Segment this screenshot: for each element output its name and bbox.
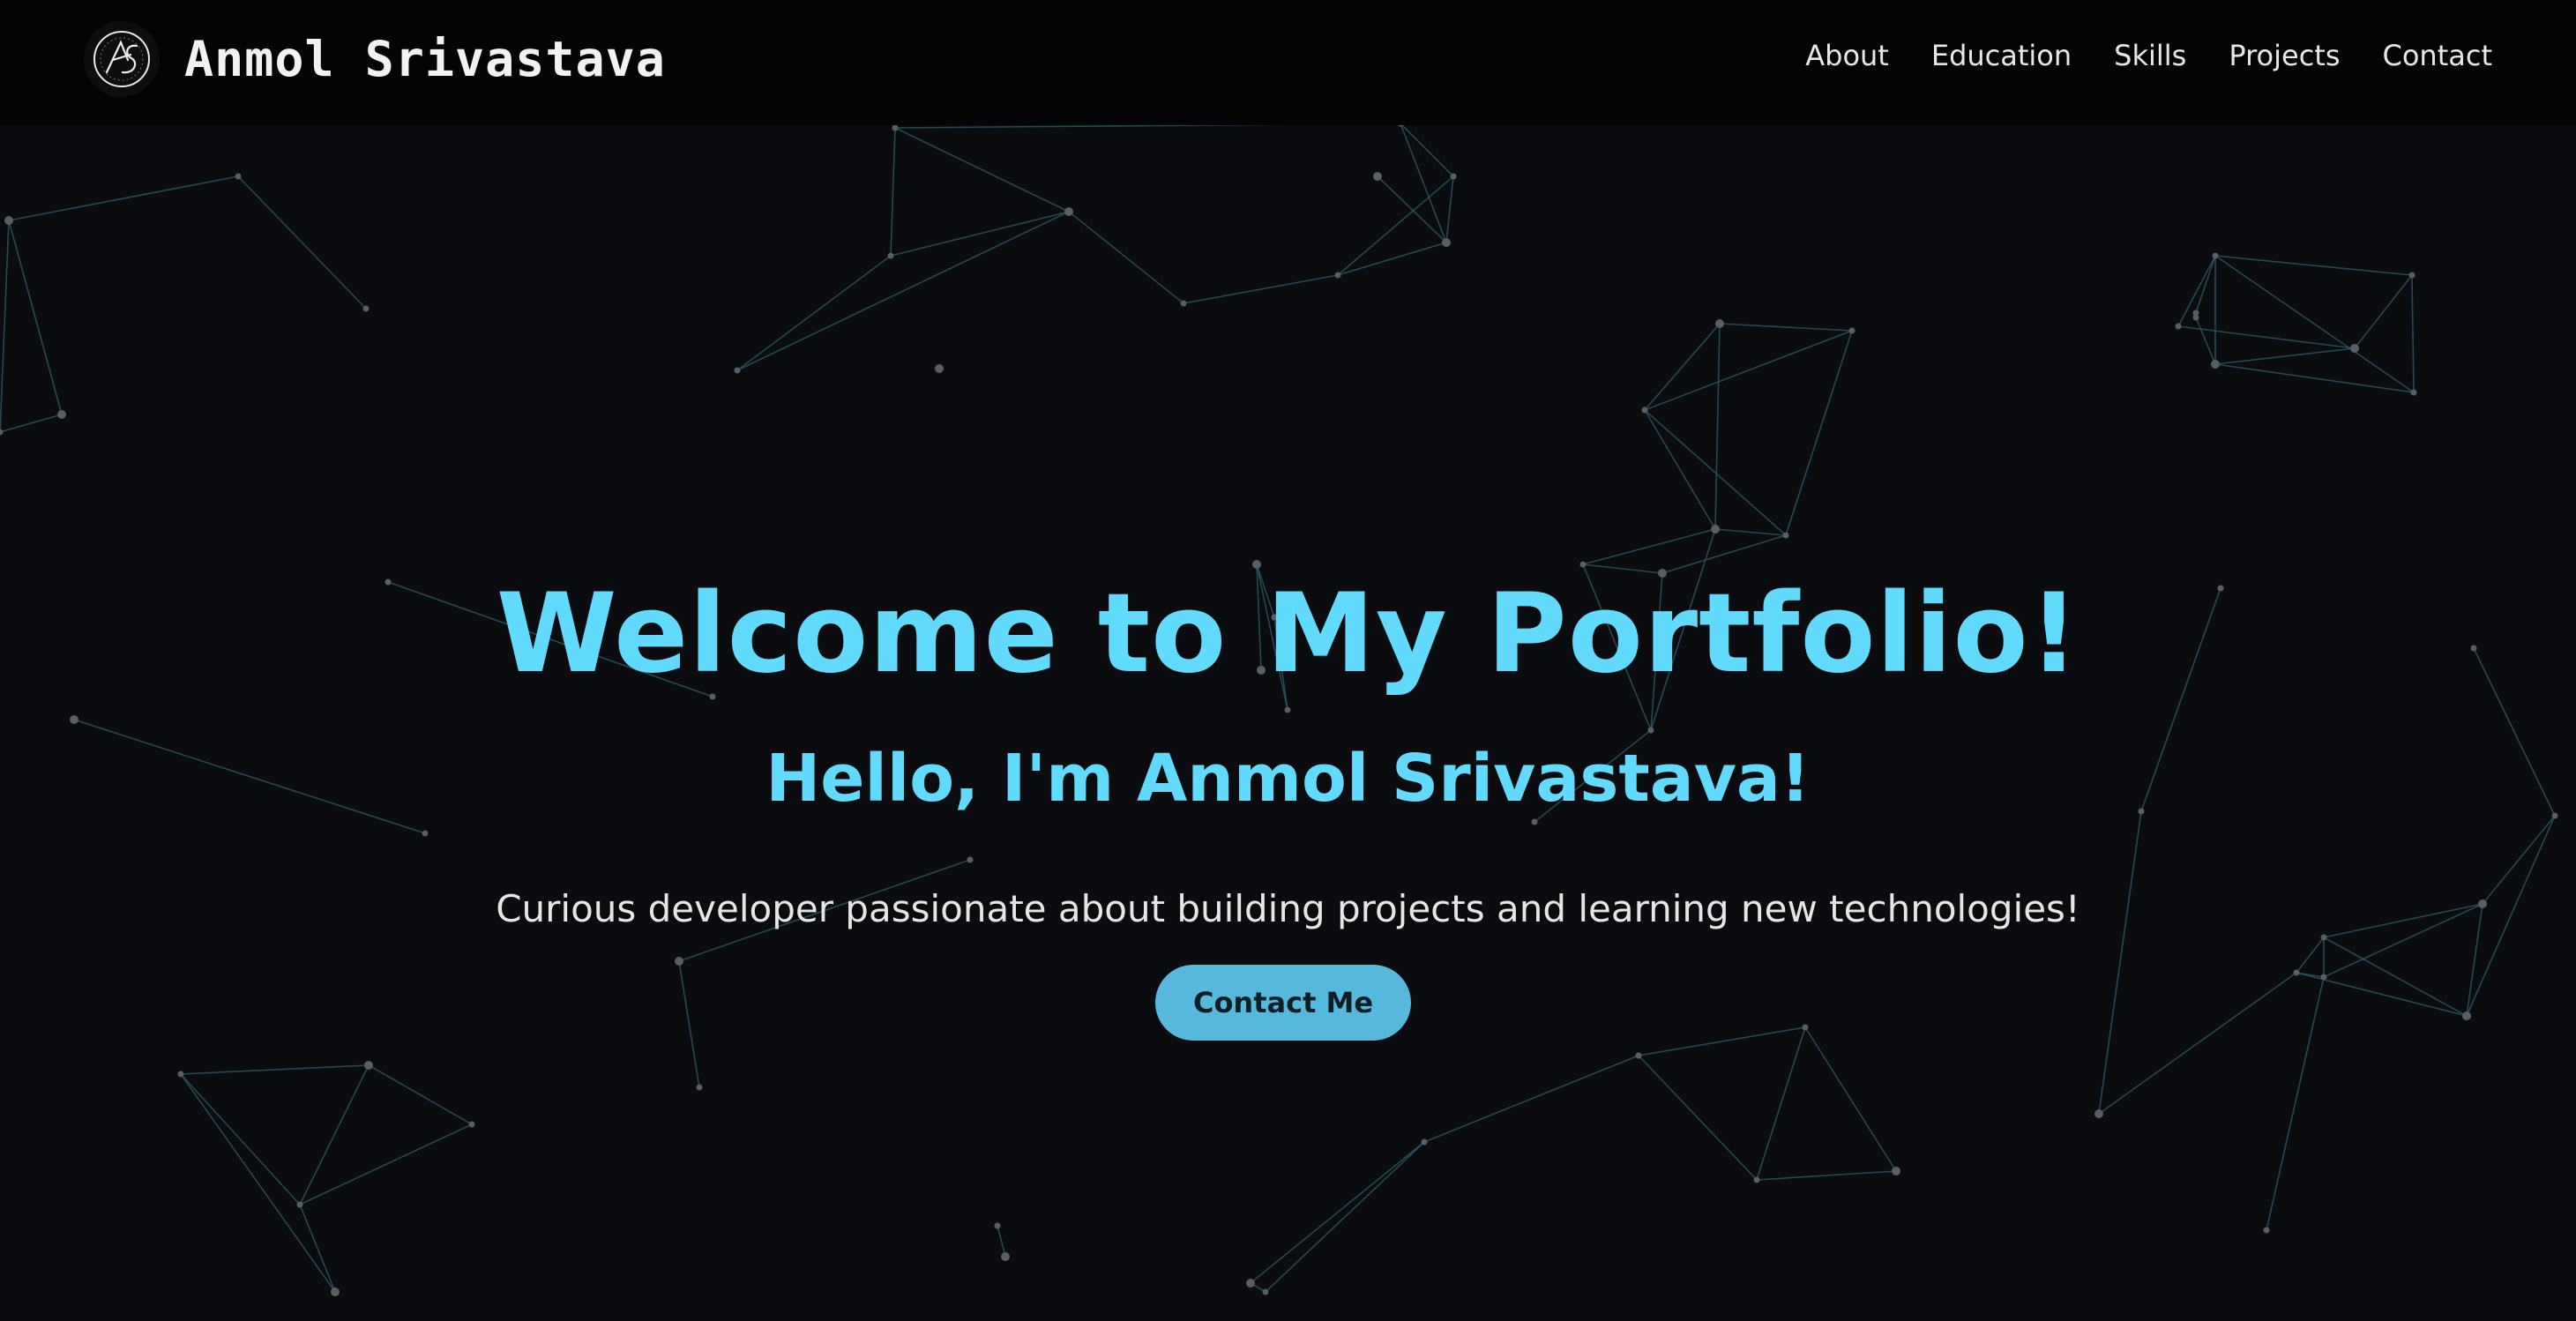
nav-link-skills[interactable]: Skills (2114, 39, 2186, 72)
nav-link-education[interactable]: Education (1931, 39, 2072, 72)
nav-links: About Education Skills Projects Contact (1763, 39, 2492, 72)
nav-link-projects[interactable]: Projects (2229, 39, 2340, 72)
contact-me-button[interactable]: Contact Me (1155, 965, 1411, 1041)
portfolio-page: Anmol Srivastava About Education Skills … (0, 0, 2576, 1321)
hero-tagline: Curious developer passionate about build… (496, 887, 2080, 930)
top-navbar: Anmol Srivastava About Education Skills … (0, 0, 2576, 125)
hero-section: Welcome to My Portfolio! Hello, I'm Anmo… (0, 125, 2576, 1321)
brand[interactable]: Anmol Srivastava (84, 21, 666, 97)
nav-link-contact[interactable]: Contact (2383, 39, 2493, 72)
initials-logo-icon[interactable] (84, 21, 160, 97)
nav-link-about[interactable]: About (1805, 39, 1889, 72)
hero-subtitle: Hello, I'm Anmol Srivastava! (765, 741, 1811, 817)
hero-title: Welcome to My Portfolio! (496, 571, 2080, 698)
brand-name[interactable]: Anmol Srivastava (184, 31, 666, 87)
